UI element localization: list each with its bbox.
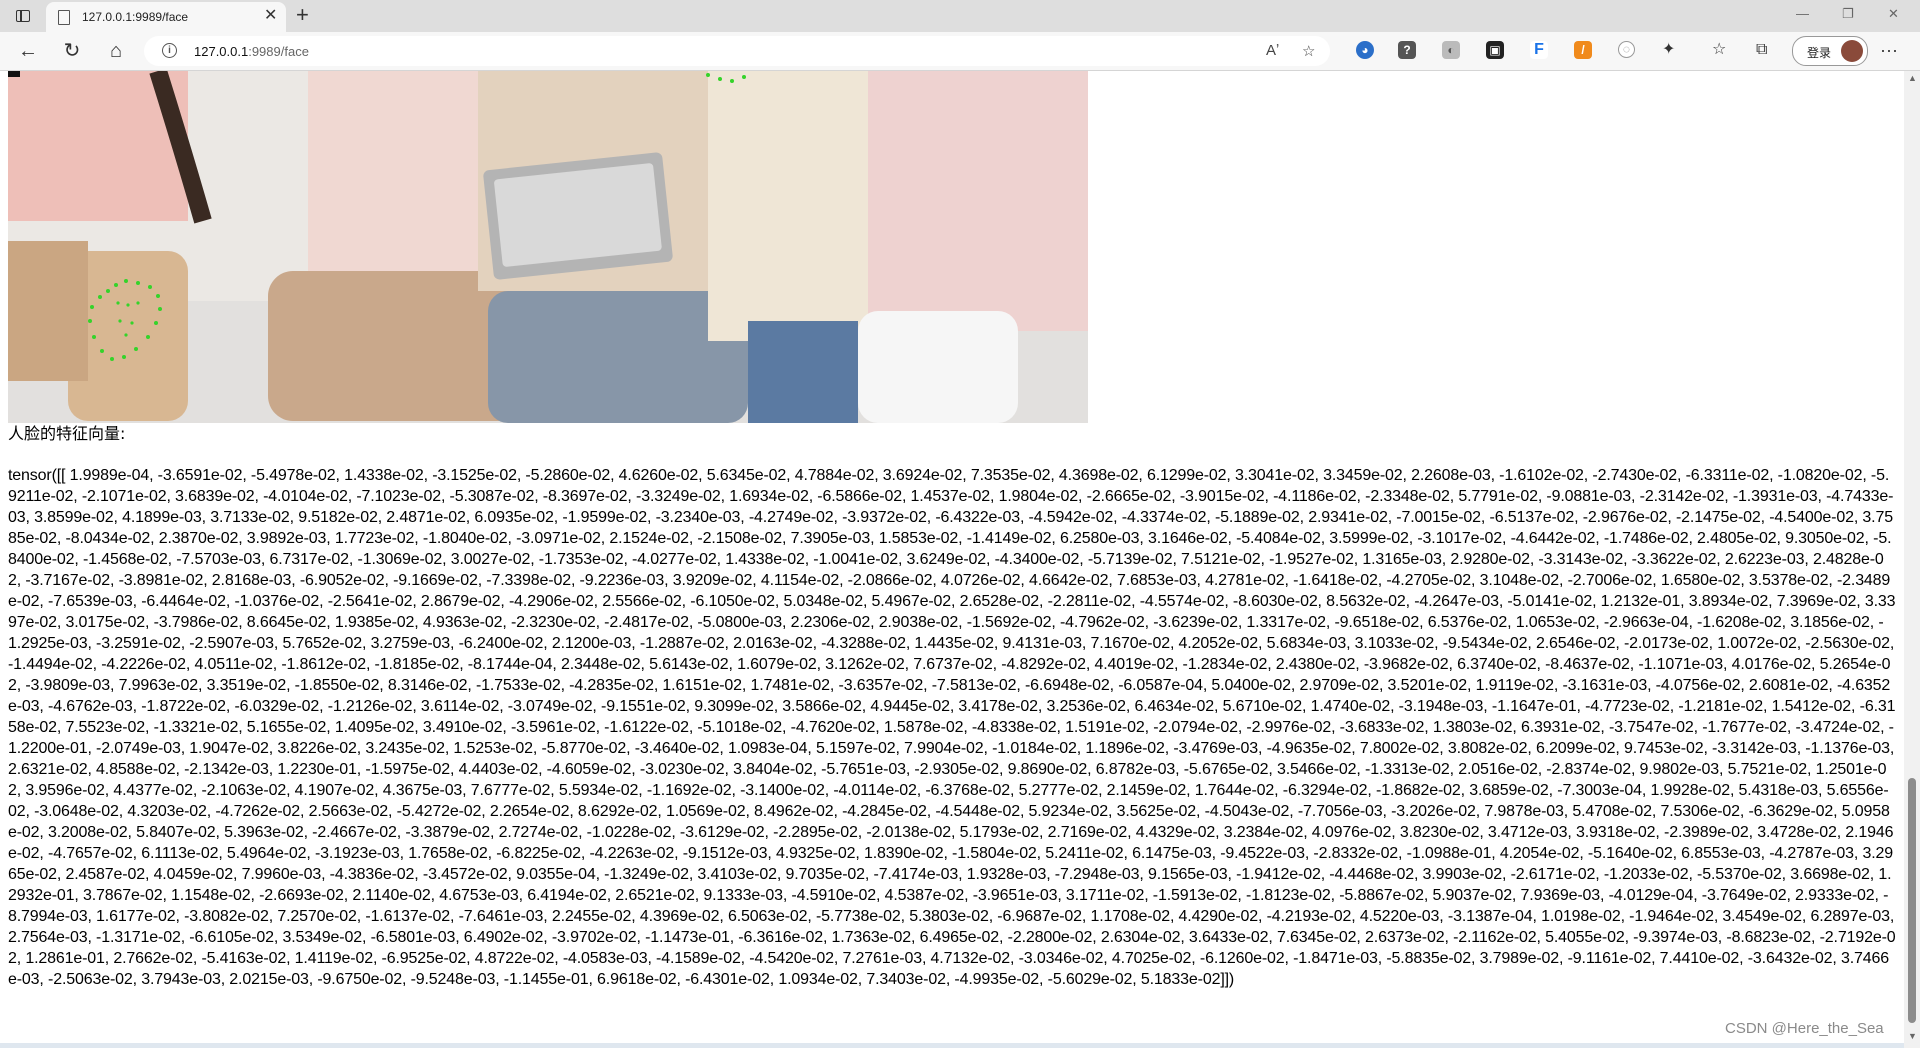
tab-bar: 127.0.0.1:9989/face ✕ + — ❐ ✕ <box>0 0 1920 32</box>
page-scrollbar[interactable]: ▲ ▼ <box>1904 71 1920 1048</box>
url-path: :9989/face <box>248 44 309 59</box>
feature-vector-tensor: tensor([[ 1.9989e-04, -3.6591e-02, -5.49… <box>8 467 1896 988</box>
url-text[interactable]: 127.0.0.1:9989/face <box>194 44 309 59</box>
browser-tab[interactable]: 127.0.0.1:9989/face ✕ <box>46 2 286 32</box>
extension-1-icon[interactable]: ◕ <box>1356 41 1374 59</box>
back-icon[interactable]: ← <box>14 38 42 64</box>
family-photo <box>8 71 1088 423</box>
home-icon[interactable]: ⌂ <box>102 38 130 64</box>
extension-2-icon[interactable]: ? <box>1398 41 1416 59</box>
scroll-down-icon[interactable]: ▼ <box>1908 1031 1917 1041</box>
extension-6-icon[interactable]: / <box>1574 41 1592 59</box>
extensions-icon[interactable]: ✦ <box>1662 40 1675 60</box>
extension-5-icon[interactable]: F <box>1530 41 1548 59</box>
scroll-thumb[interactable] <box>1908 778 1916 1023</box>
watermark: CSDN @Here_the_Sea <box>1725 1020 1884 1037</box>
close-window-icon[interactable]: ✕ <box>1888 6 1899 22</box>
login-button[interactable]: 登录 <box>1792 36 1868 66</box>
extension-7-icon[interactable]: ◌ <box>1618 41 1635 58</box>
favorites-icon[interactable]: ☆ <box>1712 40 1726 60</box>
site-info-icon[interactable]: i <box>162 43 177 58</box>
tab-actions-icon[interactable] <box>10 6 36 28</box>
more-icon[interactable]: ··· <box>1880 40 1898 61</box>
tab-title: 127.0.0.1:9989/face <box>82 10 189 24</box>
refresh-icon[interactable]: ↻ <box>58 38 86 64</box>
login-label: 登录 <box>1807 46 1832 60</box>
read-aloud-icon[interactable]: Aʼ <box>1266 42 1279 59</box>
browser-toolbar: ← ↻ ⌂ i 127.0.0.1:9989/face Aʼ ☆ ◕ ? ◐ ▣… <box>0 32 1920 71</box>
extension-3-icon[interactable]: ◐ <box>1442 41 1460 59</box>
minimize-icon[interactable]: — <box>1796 6 1809 21</box>
page-viewport: 人脸的特征向量: tensor([[ 1.9989e-04, -3.6591e-… <box>0 71 1904 1048</box>
new-tab-icon[interactable]: + <box>296 4 309 26</box>
scroll-up-icon[interactable]: ▲ <box>1908 73 1917 83</box>
url-host: 127.0.0.1 <box>194 44 249 59</box>
collections-icon[interactable]: ⧉ <box>1756 40 1767 60</box>
page-icon <box>58 10 70 25</box>
avatar <box>1841 40 1863 62</box>
bottom-strip <box>0 1043 1904 1048</box>
close-icon[interactable]: ✕ <box>264 8 277 24</box>
restore-icon[interactable]: ❐ <box>1842 6 1854 22</box>
extension-4-icon[interactable]: ▣ <box>1486 41 1504 59</box>
address-bar[interactable]: i 127.0.0.1:9989/face Aʼ ☆ <box>144 36 1330 66</box>
feature-vector-caption: 人脸的特征向量: <box>8 424 126 443</box>
favorite-add-icon[interactable]: ☆ <box>1302 42 1315 60</box>
